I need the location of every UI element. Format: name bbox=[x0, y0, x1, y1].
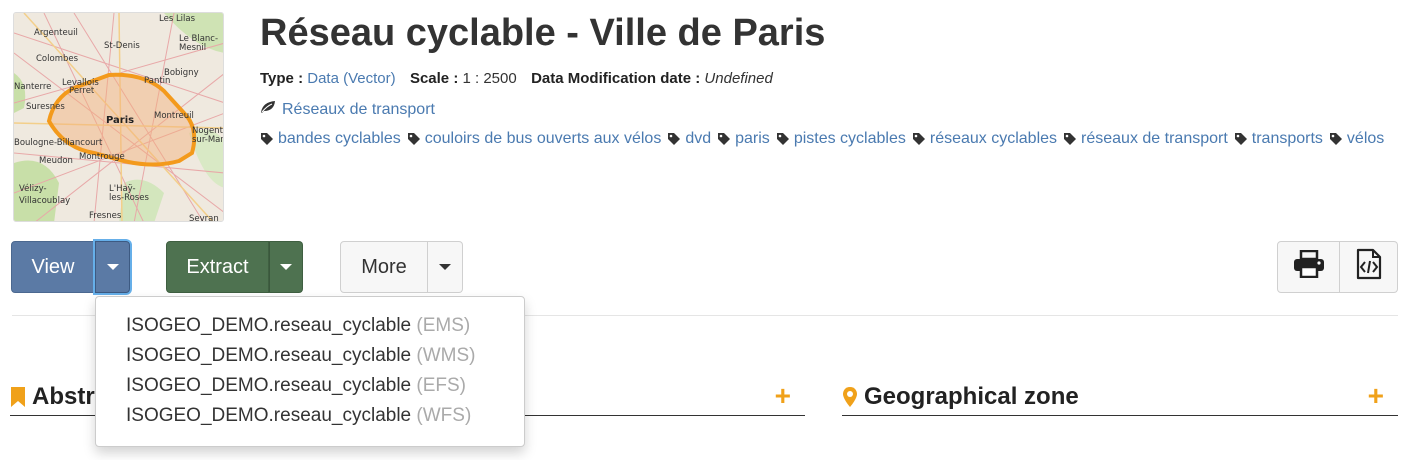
more-dropdown-toggle[interactable] bbox=[428, 241, 463, 293]
svg-text:Fresnes: Fresnes bbox=[89, 211, 122, 221]
svg-text:Nanterre: Nanterre bbox=[14, 82, 51, 92]
svg-text:Mesnil: Mesnil bbox=[179, 43, 206, 53]
tag-label: pistes cyclables bbox=[793, 130, 906, 147]
svg-text:Perret: Perret bbox=[69, 86, 95, 96]
service-name: ISOGEO_DEMO.reseau_cyclable bbox=[126, 345, 412, 366]
caret-down-icon bbox=[439, 264, 451, 270]
print-button[interactable] bbox=[1277, 241, 1340, 293]
caret-down-icon bbox=[280, 264, 292, 270]
extract-button[interactable]: Extract bbox=[166, 241, 269, 293]
dropdown-item[interactable]: ISOGEO_DEMO.reseau_cyclable (EFS) bbox=[96, 371, 524, 401]
svg-text:Montreuil: Montreuil bbox=[154, 111, 194, 121]
tag-icon bbox=[667, 132, 681, 146]
caret-down-icon bbox=[106, 264, 119, 270]
file-code-icon bbox=[1356, 248, 1382, 286]
svg-text:St-Denis: St-Denis bbox=[104, 41, 140, 51]
service-protocol: (EMS) bbox=[416, 315, 471, 336]
metadata-page: Argenteuil St-Denis Colombes Le Blanc- M… bbox=[0, 0, 1416, 460]
tag-link[interactable]: transports bbox=[1234, 130, 1323, 148]
tag-icon bbox=[912, 132, 926, 146]
export-button-group bbox=[1277, 241, 1398, 293]
svg-text:Meudon: Meudon bbox=[39, 156, 73, 166]
svg-text:Montrouge: Montrouge bbox=[79, 152, 125, 162]
tag-link[interactable]: vélos bbox=[1329, 130, 1384, 148]
tag-link[interactable]: bandes cyclables bbox=[260, 130, 401, 148]
view-dropdown-toggle[interactable] bbox=[95, 241, 130, 293]
type-value-link[interactable]: Data (Vector) bbox=[307, 70, 395, 87]
extract-button-group: Extract bbox=[166, 241, 303, 293]
theme-label: Réseaux de transport bbox=[282, 100, 435, 118]
dropdown-item[interactable]: ISOGEO_DEMO.reseau_cyclable (WFS) bbox=[96, 401, 524, 431]
view-dropdown-menu: ISOGEO_DEMO.reseau_cyclable (EMS) ISOGEO_… bbox=[95, 296, 525, 447]
service-protocol: (EFS) bbox=[416, 375, 467, 396]
geographical-zone-section-header[interactable]: Geographical zone + bbox=[842, 378, 1398, 416]
tag-label: réseaux de transport bbox=[1081, 130, 1228, 147]
view-button[interactable]: View bbox=[11, 241, 95, 293]
tag-label: vélos bbox=[1346, 130, 1385, 147]
geographical-zone-title: Geographical zone bbox=[864, 382, 1079, 410]
modification-date-label: Data Modification date : bbox=[531, 70, 701, 87]
more-button-group: More bbox=[340, 241, 463, 293]
tag-label: bandes cyclables bbox=[278, 130, 401, 147]
tag-icon bbox=[1234, 132, 1248, 146]
svg-text:Vélizy-: Vélizy- bbox=[19, 183, 47, 194]
tag-icon bbox=[260, 132, 274, 146]
tag-label: dvd bbox=[685, 130, 712, 147]
tag-label: paris bbox=[735, 130, 770, 147]
service-name: ISOGEO_DEMO.reseau_cyclable bbox=[126, 405, 412, 426]
tag-link[interactable]: réseaux cyclables bbox=[912, 130, 1057, 148]
print-icon bbox=[1293, 249, 1325, 284]
svg-text:Suresnes: Suresnes bbox=[26, 102, 65, 112]
svg-text:Les Lilas: Les Lilas bbox=[159, 14, 196, 24]
tag-link[interactable]: pistes cyclables bbox=[776, 130, 906, 148]
tag-label: transports bbox=[1251, 130, 1323, 147]
bookmark-icon bbox=[10, 386, 26, 408]
page-title: Réseau cyclable - Ville de Paris bbox=[260, 12, 826, 54]
type-label: Type : bbox=[260, 70, 304, 87]
svg-text:Boulogne-Billancourt: Boulogne-Billancourt bbox=[14, 138, 103, 148]
expand-geographical-zone-button[interactable]: + bbox=[1368, 380, 1384, 412]
tag-label: réseaux cyclables bbox=[929, 130, 1058, 147]
map-thumbnail: Argenteuil St-Denis Colombes Le Blanc- M… bbox=[13, 12, 224, 222]
svg-text:Colombes: Colombes bbox=[36, 54, 79, 64]
svg-text:sur-Marne: sur-Marne bbox=[192, 135, 224, 145]
expand-abstract-button[interactable]: + bbox=[775, 380, 791, 412]
metadata-line: Type : Data (Vector) Scale : 1 : 2500 Da… bbox=[260, 70, 773, 87]
tag-list: bandes cyclables couloirs de bus ouverts … bbox=[260, 130, 1390, 148]
svg-text:Villacoublay: Villacoublay bbox=[19, 196, 70, 206]
svg-text:les-Roses: les-Roses bbox=[109, 193, 149, 203]
tag-link[interactable]: couloirs de bus ouverts aux vélos bbox=[407, 130, 662, 148]
tag-icon bbox=[1063, 132, 1077, 146]
svg-text:Pantin: Pantin bbox=[144, 76, 170, 86]
scale-value: 1 : 2500 bbox=[462, 70, 517, 87]
svg-text:Paris: Paris bbox=[106, 115, 134, 126]
dropdown-item[interactable]: ISOGEO_DEMO.reseau_cyclable (EMS) bbox=[96, 311, 524, 341]
map-marker-icon bbox=[842, 386, 858, 408]
service-protocol: (WFS) bbox=[416, 405, 472, 426]
service-name: ISOGEO_DEMO.reseau_cyclable bbox=[126, 315, 412, 336]
theme-link[interactable]: Réseaux de transport bbox=[260, 100, 435, 119]
tag-icon bbox=[717, 132, 731, 146]
svg-text:Argenteuil: Argenteuil bbox=[34, 28, 78, 38]
tag-label: couloirs de bus ouverts aux vélos bbox=[424, 130, 662, 147]
view-button-group: View bbox=[11, 241, 130, 293]
tag-link[interactable]: dvd bbox=[667, 130, 711, 148]
dropdown-item[interactable]: ISOGEO_DEMO.reseau_cyclable (WMS) bbox=[96, 341, 524, 371]
more-button[interactable]: More bbox=[340, 241, 428, 293]
svg-text:Sevran: Sevran bbox=[189, 214, 219, 222]
xml-export-button[interactable] bbox=[1340, 241, 1398, 293]
service-protocol: (WMS) bbox=[416, 345, 476, 366]
tag-icon bbox=[776, 132, 790, 146]
tag-link[interactable]: réseaux de transport bbox=[1063, 130, 1228, 148]
service-name: ISOGEO_DEMO.reseau_cyclable bbox=[126, 375, 412, 396]
extract-dropdown-toggle[interactable] bbox=[269, 241, 303, 293]
modification-date-value: Undefined bbox=[704, 70, 773, 87]
tag-link[interactable]: paris bbox=[717, 130, 770, 148]
scale-label: Scale : bbox=[409, 70, 459, 87]
tag-icon bbox=[1329, 132, 1343, 146]
leaf-icon bbox=[260, 100, 276, 119]
tag-icon bbox=[407, 132, 421, 146]
